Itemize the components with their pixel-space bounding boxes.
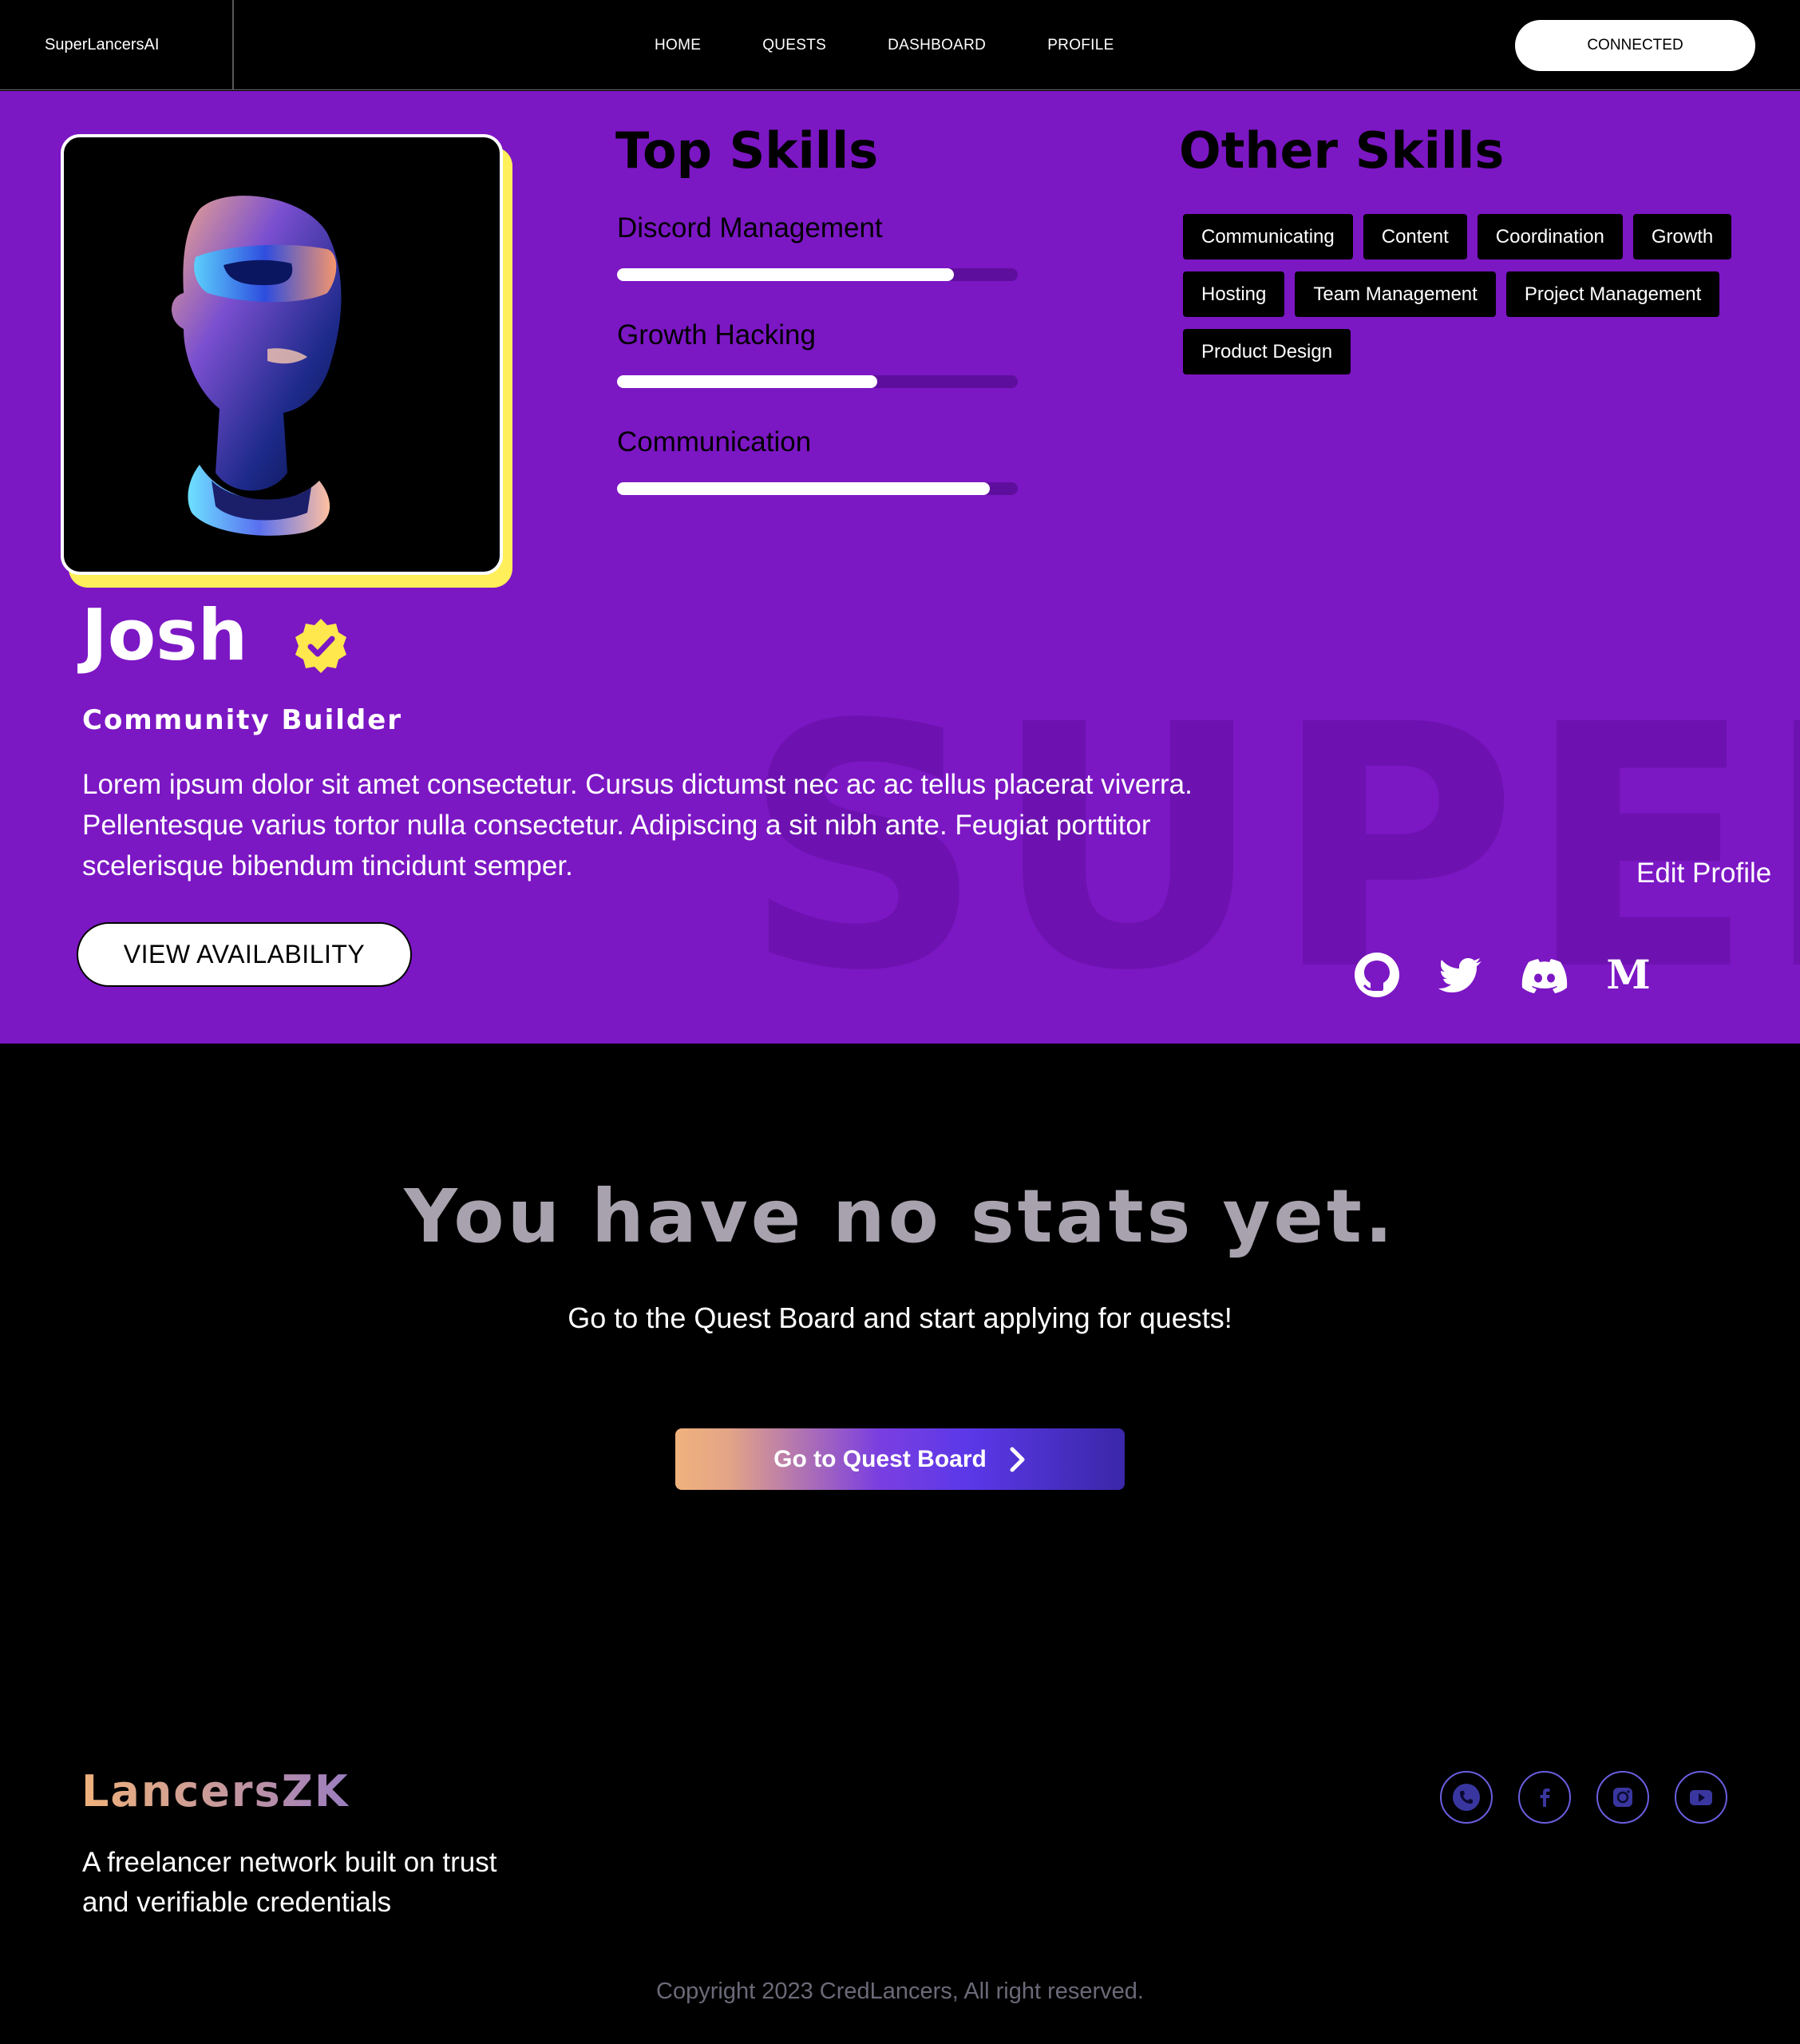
- nav-link-home[interactable]: HOME: [655, 37, 701, 54]
- nav-divider: [232, 0, 234, 90]
- discord-icon[interactable]: [1521, 951, 1569, 999]
- nav-link-quests[interactable]: QUESTS: [762, 37, 826, 54]
- skill-chip: Hosting: [1183, 271, 1285, 317]
- nav-link-profile[interactable]: PROFILE: [1047, 37, 1114, 54]
- skill-label: Discord Management: [617, 212, 883, 244]
- skill-progress-bar: [617, 268, 1018, 281]
- skill-chip: Product Design: [1183, 329, 1351, 374]
- skill-progress-fill: [617, 375, 878, 388]
- skill-progress-fill: [617, 482, 990, 495]
- profile-social-links: M: [1353, 951, 1688, 999]
- footer-social-links: [1440, 1771, 1753, 1824]
- medium-icon[interactable]: M: [1604, 951, 1652, 999]
- edit-profile-link[interactable]: Edit Profile: [1636, 858, 1771, 889]
- profile-role: Community Builder: [82, 704, 403, 736]
- skill-progress-bar: [617, 482, 1018, 495]
- avatar: [61, 134, 503, 575]
- instagram-icon[interactable]: [1596, 1771, 1649, 1824]
- skill-label: Growth Hacking: [617, 319, 816, 351]
- nav-link-dashboard[interactable]: DASHBOARD: [888, 37, 986, 54]
- footer-logo[interactable]: LancersZK: [81, 1766, 350, 1816]
- other-skills-title: Other Skills: [1179, 121, 1505, 180]
- skill-progress-fill: [617, 268, 954, 281]
- facebook-icon[interactable]: [1518, 1771, 1571, 1824]
- avatar-head-illustration: [172, 196, 342, 536]
- skill-chip: Content: [1363, 214, 1467, 259]
- top-skills-title: Top Skills: [615, 121, 879, 180]
- skill-progress-bar: [617, 375, 1018, 388]
- brand-logo[interactable]: SuperLancersAI: [45, 0, 159, 90]
- top-nav: SuperLancersAI HOME QUESTS DASHBOARD PRO…: [0, 0, 1800, 90]
- no-stats-heading: You have no stats yet.: [404, 1174, 1396, 1259]
- nav-links: HOME QUESTS DASHBOARD PROFILE: [655, 0, 1176, 90]
- copyright-text: Copyright 2023 CredLancers, All right re…: [656, 1979, 1144, 2004]
- profile-bio: Lorem ipsum dolor sit amet consectetur. …: [82, 769, 1193, 881]
- skill-chip: Coordination: [1477, 214, 1623, 259]
- svg-text:M: M: [1606, 951, 1650, 998]
- footer-tagline: A freelancer network built on trust and …: [82, 1847, 497, 1918]
- skill-chip: Project Management: [1505, 271, 1720, 317]
- profile-section: SUPER: [0, 91, 1800, 1044]
- skill-chip: Team Management: [1295, 271, 1496, 317]
- profile-name: Josh: [81, 594, 248, 676]
- go-to-quest-board-button[interactable]: Go to Quest Board: [675, 1428, 1125, 1490]
- no-stats-subtitle: Go to the Quest Board and start applying…: [568, 1301, 1232, 1334]
- chevron-right-icon: [1010, 1447, 1025, 1472]
- other-skills-list: Communicating Content Coordination Growt…: [1183, 214, 1758, 386]
- skill-label: Communication: [617, 426, 812, 458]
- skill-chip: Communicating: [1183, 214, 1353, 259]
- connect-wallet-button[interactable]: CONNECTED: [1515, 20, 1755, 71]
- quest-board-button-label: Go to Quest Board: [773, 1445, 987, 1472]
- view-availability-button[interactable]: VIEW AVAILABILITY: [77, 922, 412, 987]
- github-icon[interactable]: [1353, 951, 1401, 999]
- youtube-icon[interactable]: [1675, 1771, 1727, 1824]
- verified-badge-icon: [295, 619, 346, 673]
- phone-icon[interactable]: [1440, 1771, 1493, 1824]
- skill-chip: Growth: [1632, 214, 1732, 259]
- twitter-icon[interactable]: [1437, 951, 1485, 999]
